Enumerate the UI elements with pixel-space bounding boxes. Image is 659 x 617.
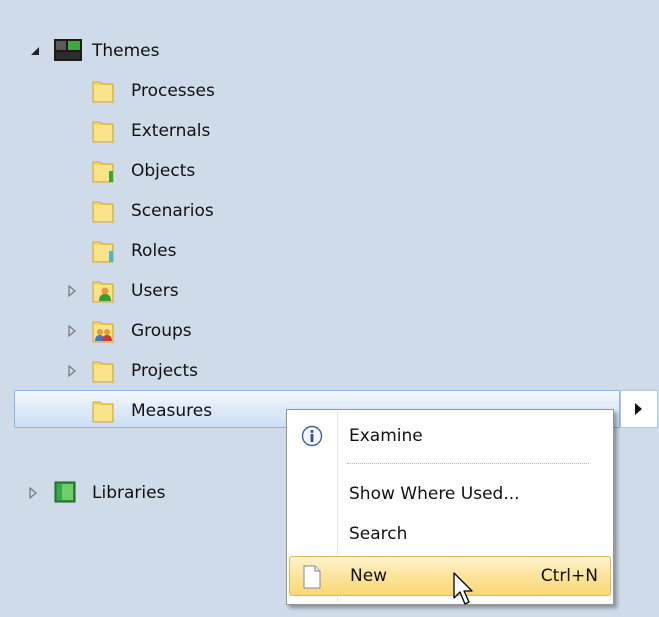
tree-item-label: Measures — [131, 401, 213, 421]
tree-item-groups[interactable]: Groups — [0, 313, 659, 347]
collapsed-triangle-icon[interactable] — [66, 365, 78, 377]
menu-item-label: Examine — [349, 426, 423, 446]
tree-item-processes[interactable]: Processes — [0, 73, 659, 107]
tree-item-label: Users — [131, 281, 179, 301]
tree-item-label: Themes — [92, 41, 160, 61]
menu-separator — [347, 463, 589, 464]
folder-icon — [92, 79, 114, 103]
folder-icon — [92, 119, 114, 143]
themes-icon — [53, 37, 83, 63]
tree-item-objects[interactable]: Objects — [0, 153, 659, 187]
tree-item-label: Projects — [131, 361, 199, 381]
menu-item-label: Search — [349, 524, 408, 544]
tree-item-externals[interactable]: Externals — [0, 113, 659, 147]
arrow-right-icon — [635, 403, 642, 415]
submenu-arrow-button[interactable] — [620, 390, 658, 428]
library-icon — [53, 480, 77, 504]
tree-item-label: Processes — [131, 81, 215, 101]
tree-item-label: Roles — [131, 241, 177, 261]
tree-item-projects[interactable]: Projects — [0, 353, 659, 387]
folder-icon — [92, 359, 114, 383]
info-icon — [301, 425, 323, 447]
folder-icon — [92, 399, 114, 423]
menu-item-label: New — [350, 566, 388, 586]
menu-item-shortcut: Ctrl+N — [540, 566, 598, 586]
collapsed-triangle-icon[interactable] — [66, 325, 78, 337]
menu-item-show-where-used[interactable]: Show Where Used... — [289, 476, 611, 512]
collapsed-triangle-icon[interactable] — [27, 487, 39, 499]
tree-item-label: Objects — [131, 161, 196, 181]
tree-item-label: Groups — [131, 321, 192, 341]
context-menu: Examine Show Where Used... Search New Ct… — [286, 409, 614, 605]
folder-group-icon — [92, 319, 114, 343]
menu-item-label: Show Where Used... — [349, 484, 520, 504]
folder-icon — [92, 199, 114, 223]
tree-item-roles[interactable]: Roles — [0, 233, 659, 267]
tree-item-label: Externals — [131, 121, 211, 141]
folder-roles-icon — [92, 239, 114, 263]
tree-item-label: Scenarios — [131, 201, 214, 221]
menu-item-examine[interactable]: Examine — [289, 418, 611, 454]
tree-item-users[interactable]: Users — [0, 273, 659, 307]
tree-item-themes[interactable]: Themes — [0, 33, 659, 67]
new-document-icon — [301, 565, 323, 589]
collapsed-triangle-icon[interactable] — [66, 285, 78, 297]
menu-item-search[interactable]: Search — [289, 516, 611, 552]
tree-item-scenarios[interactable]: Scenarios — [0, 193, 659, 227]
tree-item-label: Libraries — [92, 483, 166, 503]
folder-user-icon — [92, 279, 114, 303]
mouse-cursor-icon — [452, 572, 476, 608]
folder-objects-icon — [92, 159, 114, 183]
expanded-triangle-icon[interactable] — [29, 45, 41, 57]
menu-item-new[interactable]: New Ctrl+N — [289, 556, 611, 596]
